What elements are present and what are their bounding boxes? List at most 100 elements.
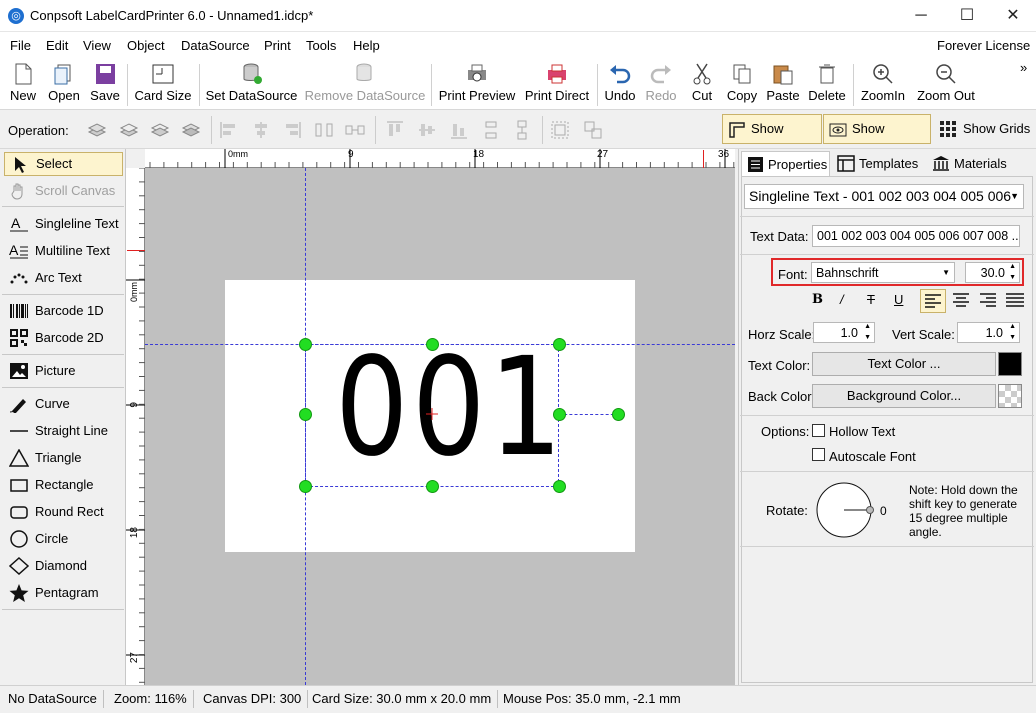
tab-properties[interactable]: Properties (741, 151, 830, 176)
zoom-in-button[interactable]: ZoomIn (859, 62, 907, 108)
space-vertical-icon[interactable] (512, 120, 532, 140)
show-grids-toggle[interactable]: Show Grids (934, 114, 1032, 144)
vertical-ruler[interactable]: 0mm 9 18 27 (126, 168, 145, 685)
tool-pentagram[interactable]: Pentagram (4, 581, 123, 605)
delete-button[interactable]: Delete (806, 62, 848, 108)
tool-select[interactable]: Select (4, 152, 123, 176)
print-preview-button[interactable]: Print Preview (437, 62, 517, 108)
transparent-color-swatch[interactable] (998, 384, 1022, 408)
zoom-out-button[interactable]: Zoom Out (914, 62, 978, 108)
hollow-text-checkbox[interactable] (812, 424, 825, 437)
bring-to-front-icon[interactable] (87, 120, 107, 140)
tab-templates[interactable]: Templates (833, 151, 925, 176)
paste-button[interactable]: Paste (765, 62, 801, 108)
cut-button[interactable]: Cut (688, 62, 716, 108)
minimize-button[interactable]: ─ (898, 0, 944, 32)
menu-edit[interactable]: Edit (46, 38, 68, 53)
align-text-left-button[interactable] (920, 289, 946, 313)
menu-file[interactable]: File (10, 38, 31, 53)
bring-forward-icon[interactable] (119, 120, 139, 140)
tool-curve[interactable]: Curve (4, 392, 123, 416)
ungroup-icon[interactable] (583, 120, 603, 140)
text-data-field[interactable]: 001 002 003 004 005 006 007 008 ... (812, 225, 1020, 247)
redo-button[interactable]: Redo (644, 62, 678, 108)
send-to-back-icon[interactable] (181, 120, 201, 140)
rotate-dial[interactable] (816, 482, 874, 540)
set-datasource-button[interactable]: Set DataSource (204, 62, 299, 108)
save-button[interactable]: Save (88, 62, 122, 108)
menu-tools[interactable]: Tools (306, 38, 336, 53)
close-button[interactable]: ✕ (990, 0, 1036, 32)
italic-button[interactable]: / (840, 292, 844, 307)
undo-button[interactable]: Undo (602, 62, 638, 108)
font-family-select[interactable]: Bahnschrift ▼ (811, 262, 955, 283)
strikethrough-button[interactable]: T (867, 292, 875, 307)
align-middle-icon[interactable] (417, 120, 437, 140)
spinner-arrows-icon[interactable]: ▲ ▼ (864, 323, 871, 342)
horz-scale-spinner[interactable]: 1.0 ▲ ▼ (813, 322, 875, 343)
space-horizontal-icon[interactable] (345, 120, 365, 140)
vert-scale-spinner[interactable]: 1.0 ▲ ▼ (957, 322, 1020, 343)
singleline-text-object[interactable]: 001 (335, 340, 562, 476)
align-top-icon[interactable] (385, 120, 405, 140)
menu-print[interactable]: Print (264, 38, 291, 53)
rotate-handle[interactable] (612, 408, 625, 421)
tool-picture[interactable]: Picture (4, 359, 123, 383)
tool-round-rect[interactable]: Round Rect (4, 500, 123, 524)
underline-button[interactable]: U (894, 292, 903, 307)
send-backward-icon[interactable] (150, 120, 170, 140)
menu-object[interactable]: Object (127, 38, 165, 53)
resize-handle-top[interactable] (426, 338, 439, 351)
resize-handle-bottom-left[interactable] (299, 480, 312, 493)
resize-handle-left[interactable] (299, 408, 312, 421)
toolbar-overflow-button[interactable]: » (1020, 60, 1027, 75)
remove-datasource-button[interactable]: Remove DataSource (304, 62, 426, 108)
print-direct-button[interactable]: Print Direct (521, 62, 593, 108)
distribute-vertical-icon[interactable] (481, 120, 501, 140)
tool-rectangle[interactable]: Rectangle (4, 473, 123, 497)
spinner-arrows-icon[interactable]: ▲ ▼ (1009, 263, 1016, 282)
object-selector[interactable]: Singleline Text - 001 002 003 004 005 00… (744, 184, 1024, 209)
open-button[interactable]: Open (45, 62, 83, 108)
show-guides-toggle[interactable]: Show Guides (823, 114, 931, 164)
align-bottom-icon[interactable] (449, 120, 469, 140)
resize-handle-bottom-right[interactable] (553, 480, 566, 493)
tool-diamond[interactable]: Diamond (4, 554, 123, 578)
group-icon[interactable] (550, 120, 570, 140)
tool-triangle[interactable]: Triangle (4, 446, 123, 470)
tool-multiline-text[interactable]: A Multiline Text (4, 239, 123, 263)
tool-circle[interactable]: Circle (4, 527, 123, 551)
align-right-icon[interactable] (282, 120, 302, 140)
align-text-justify-button[interactable] (1003, 289, 1029, 313)
resize-handle-top-right[interactable] (553, 338, 566, 351)
menu-datasource[interactable]: DataSource (181, 38, 250, 53)
align-text-center-button[interactable] (949, 289, 975, 313)
tool-barcode-1d[interactable]: Barcode 1D (4, 299, 123, 323)
font-size-spinner[interactable]: 30.0 ▲ ▼ (965, 262, 1020, 283)
align-text-right-button[interactable] (976, 289, 1002, 313)
resize-handle-top-left[interactable] (299, 338, 312, 351)
tool-barcode-2d[interactable]: Barcode 2D (4, 326, 123, 350)
spinner-arrows-icon[interactable]: ▲ ▼ (1009, 323, 1016, 342)
bold-button[interactable]: B (812, 292, 823, 307)
maximize-button[interactable]: ☐ (944, 0, 990, 32)
design-canvas[interactable]: 001 (145, 168, 735, 685)
align-center-icon[interactable] (251, 120, 271, 140)
background-color-button[interactable]: Background Color... (812, 384, 996, 408)
horizontal-ruler[interactable]: 0mm 9 18 27 36 (145, 149, 735, 168)
show-ruler-toggle[interactable]: Show Ruler (722, 114, 822, 164)
new-button[interactable]: New (6, 62, 40, 108)
autoscale-font-checkbox[interactable] (812, 448, 825, 461)
text-color-swatch[interactable] (998, 352, 1022, 376)
align-left-icon[interactable] (219, 120, 239, 140)
tool-arc-text[interactable]: Arc Text (4, 266, 123, 290)
tool-straight-line[interactable]: Straight Line (4, 419, 123, 443)
menu-help[interactable]: Help (353, 38, 380, 53)
tool-scroll-canvas[interactable]: Scroll Canvas (4, 179, 123, 203)
menu-view[interactable]: View (83, 38, 111, 53)
card-size-button[interactable]: Card Size (133, 62, 193, 108)
resize-handle-right[interactable] (553, 408, 566, 421)
copy-button[interactable]: Copy (724, 62, 760, 108)
text-color-button[interactable]: Text Color ... (812, 352, 996, 376)
resize-handle-bottom[interactable] (426, 480, 439, 493)
